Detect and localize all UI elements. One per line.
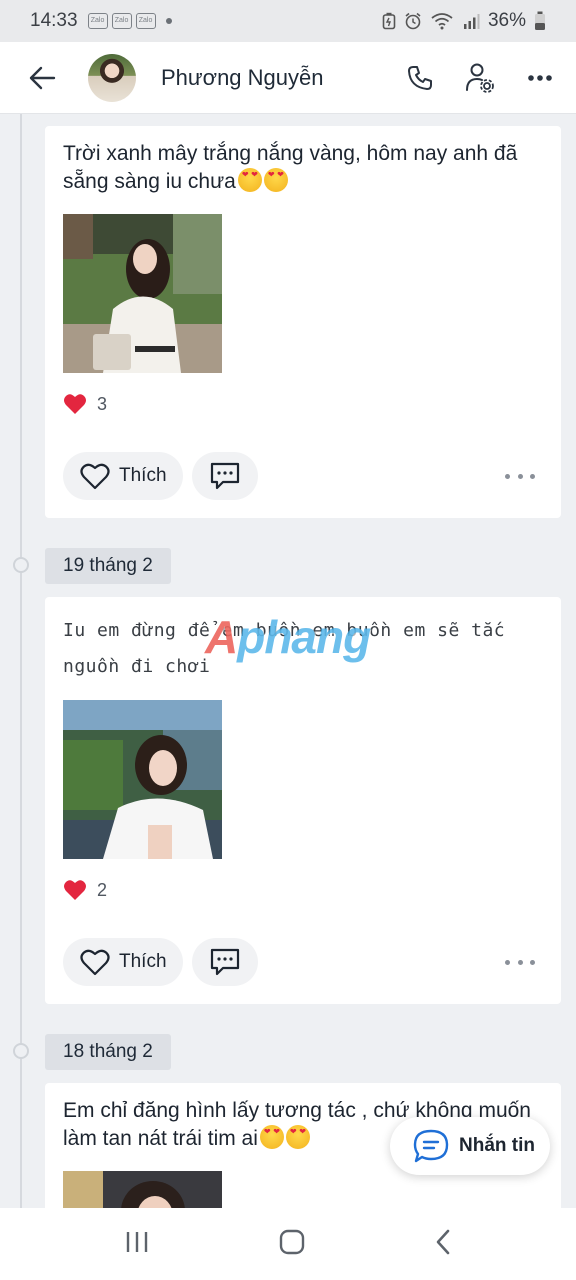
comment-icon	[210, 462, 240, 490]
zalo-notification-icon: Zalo	[111, 13, 132, 29]
heart-outline-icon	[80, 949, 110, 975]
timeline-dot	[13, 1043, 29, 1059]
zalo-notification-icon: Zalo	[87, 13, 108, 29]
status-time: 14:33	[30, 10, 78, 31]
watermark-logo: Aphang	[205, 611, 371, 663]
back-arrow-icon	[29, 66, 56, 89]
send-message-label: Nhắn tin	[459, 1135, 535, 1156]
wifi-icon	[431, 13, 453, 30]
heart-eyes-emoji	[263, 168, 288, 192]
date-separator: 18 tháng 2	[45, 1034, 171, 1070]
like-label: Thích	[119, 465, 167, 486]
heart-eyes-emoji	[237, 168, 262, 192]
contact-settings-button[interactable]	[458, 56, 502, 100]
contact-name[interactable]: Phương Nguyễn	[161, 65, 323, 91]
recent-apps-button[interactable]	[124, 1230, 150, 1259]
more-options-button[interactable]	[518, 56, 562, 100]
status-bar: 14:33 Zalo Zalo Zalo 36%	[0, 0, 576, 42]
user-settings-icon	[466, 63, 494, 93]
like-button[interactable]: Thích	[63, 938, 183, 986]
post-photo[interactable]	[63, 700, 222, 859]
timeline-post: Trời xanh mây trắng nắng vàng, hôm nay a…	[45, 126, 561, 518]
chevron-left-icon	[436, 1229, 449, 1254]
post-more-button[interactable]	[505, 466, 535, 486]
timeline-dot	[13, 557, 29, 573]
recent-apps-icon	[127, 1231, 148, 1252]
more-icon	[528, 74, 552, 81]
home-button[interactable]	[279, 1229, 305, 1260]
reaction-summary[interactable]: 2	[63, 879, 107, 901]
battery-percentage: 36%	[487, 10, 526, 31]
zalo-notification-icon: Zalo	[135, 13, 156, 29]
post-text: Trời xanh mây trắng nắng vàng, hôm nay a…	[63, 140, 543, 196]
avatar[interactable]	[88, 53, 136, 102]
comment-icon	[210, 948, 240, 976]
heart-icon	[64, 880, 86, 900]
chat-profile-header: Phương Nguyễn	[0, 42, 576, 114]
call-button[interactable]	[398, 56, 442, 100]
heart-eyes-emoji	[285, 1125, 310, 1149]
phone-icon	[408, 65, 432, 90]
comment-button[interactable]	[192, 938, 258, 986]
post-more-button[interactable]	[505, 952, 535, 972]
battery-saver-icon	[382, 12, 396, 30]
system-back-button[interactable]	[434, 1229, 452, 1260]
send-message-button[interactable]: Nhắn tin	[390, 1117, 550, 1175]
reaction-count: 2	[97, 879, 108, 900]
comment-button[interactable]	[192, 452, 258, 500]
heart-eyes-emoji	[259, 1125, 284, 1149]
back-button[interactable]	[22, 58, 62, 98]
post-photo[interactable]	[63, 1171, 222, 1213]
more-notifications-dot	[165, 18, 172, 24]
post-photo[interactable]	[63, 214, 222, 373]
signal-icon	[463, 14, 480, 29]
chat-bubble-icon	[413, 1129, 449, 1163]
home-icon	[279, 1229, 305, 1254]
like-label: Thích	[119, 951, 167, 972]
like-button[interactable]: Thích	[63, 452, 183, 500]
date-separator: 19 tháng 2	[45, 548, 171, 584]
reaction-count: 3	[97, 393, 108, 414]
heart-icon	[64, 394, 86, 414]
system-navigation-bar	[0, 1208, 576, 1280]
alarm-icon	[405, 12, 421, 30]
battery-icon	[535, 11, 545, 30]
reaction-summary[interactable]: 3	[63, 393, 107, 415]
heart-outline-icon	[80, 463, 110, 489]
